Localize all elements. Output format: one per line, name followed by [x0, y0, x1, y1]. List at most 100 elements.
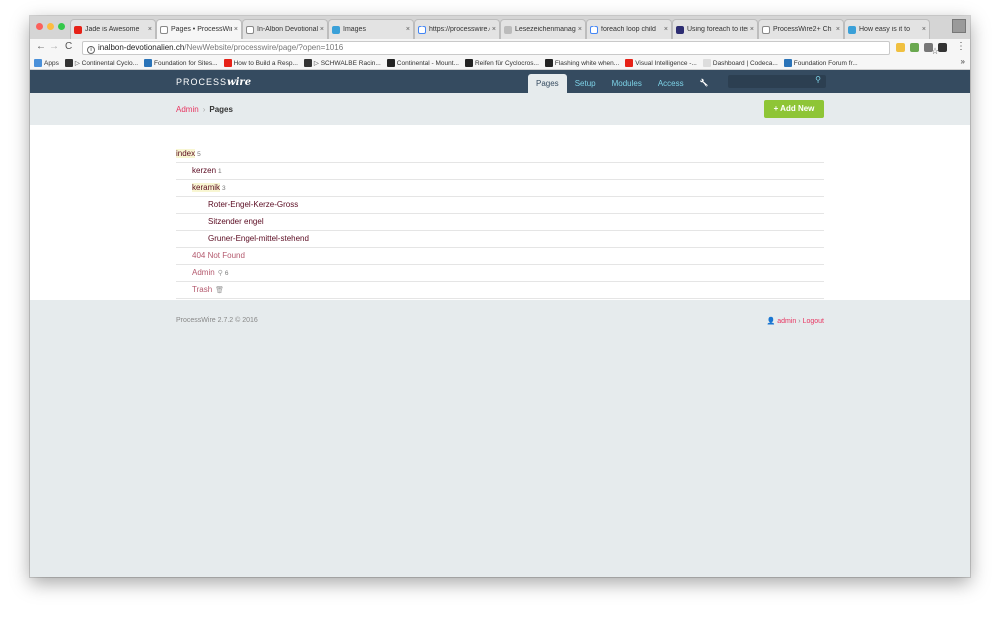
add-new-button[interactable]: + Add New	[764, 100, 824, 118]
bookmark-item[interactable]: ▷ SCHWALBE Racin...	[303, 59, 381, 67]
tree-item[interactable]: Admin ⚲ 6	[176, 265, 824, 282]
page-tree: index 5 kerzen 1 keramik 3 Roter-Engel-Kerze-G…	[30, 125, 970, 300]
tree-item-label[interactable]: Trash	[192, 285, 212, 294]
extension-icon[interactable]	[938, 43, 947, 52]
bookmark-item[interactable]: Visual Intelligence -...	[625, 59, 697, 67]
chevron-right-icon: ›	[202, 105, 206, 114]
user-menu: 👤 admin › Logout	[767, 317, 824, 325]
bookmark-item[interactable]: Reifen für Cyclocros...	[464, 59, 539, 67]
browser-tab[interactable]: Lesezeichenmanager ×	[500, 19, 586, 39]
tree-item-label[interactable]: Roter-Engel-Kerze-Gross	[208, 200, 298, 209]
document-icon	[762, 25, 770, 34]
user-profile-button[interactable]	[952, 19, 966, 33]
tree-item[interactable]: 404 Not Found	[176, 248, 824, 265]
zoom-window-button[interactable]	[58, 23, 65, 30]
nav-modules[interactable]: Modules	[604, 74, 650, 93]
processwire-logo[interactable]: PROCESSwire	[176, 77, 251, 88]
tree-item-label[interactable]: Admin	[192, 268, 215, 277]
breadcrumb-admin-link[interactable]: Admin	[176, 105, 199, 114]
bookmark-favicon-icon	[464, 59, 473, 67]
tree-item-label[interactable]: index	[176, 149, 196, 158]
tree-item[interactable]: kerzen 1	[176, 163, 824, 180]
chevron-right-icon[interactable]: »	[961, 57, 965, 66]
nav-access[interactable]: Access	[650, 74, 692, 93]
reload-icon[interactable]: C	[65, 41, 72, 52]
close-tab-icon[interactable]: ×	[922, 26, 926, 33]
address-bar[interactable]: i inalbon-devotionalien.ch/NewWebsite/pro…	[82, 41, 939, 56]
bookmark-item[interactable]: Dashboard | Codeca...	[702, 59, 778, 67]
browser-tab[interactable]: Pages • ProcessWire ×	[156, 19, 242, 39]
menu-icon[interactable]: ⋮	[956, 41, 966, 52]
bookmark-item[interactable]: Foundation Forum fr...	[783, 59, 858, 67]
search-icon: ⚲	[815, 75, 821, 84]
chevron-right-icon: ›	[798, 318, 801, 325]
browser-tab[interactable]: Ghttps://processwire.com×	[414, 19, 500, 39]
browser-tab[interactable]: Images ×	[328, 19, 414, 39]
close-tab-icon[interactable]: ×	[234, 26, 238, 33]
close-tab-icon[interactable]: ×	[406, 26, 410, 33]
bookmark-item[interactable]: Foundation for Sites...	[144, 59, 218, 67]
tree-item-label[interactable]: Sitzender engel	[208, 217, 264, 226]
close-window-button[interactable]	[36, 23, 43, 30]
tree-item[interactable]: Sitzender engel	[176, 214, 824, 231]
minimize-window-button[interactable]	[47, 23, 54, 30]
image-icon	[332, 25, 340, 34]
browser-tab[interactable]: ProcessWire2+ Ch ×	[758, 19, 844, 39]
bookmark-label: Flashing white when...	[554, 59, 620, 67]
copyright-text: ProcessWire 2.7.2 © 2016	[176, 317, 258, 324]
bookmark-label: Reifen für Cyclocros...	[474, 59, 539, 67]
page-title: Pages	[209, 105, 233, 114]
google-icon: G	[418, 25, 426, 34]
browser-tab[interactable]: Using foreach to iterate×	[672, 19, 758, 39]
tree-item[interactable]: Gruner-Engel-mittel-stehend	[176, 231, 824, 248]
tree-item-label[interactable]: Gruner-Engel-mittel-stehend	[208, 234, 309, 243]
bookmark-item[interactable]: ▷ Continental Cyclo...	[64, 59, 138, 67]
search-input[interactable]: ⚲	[728, 75, 826, 88]
back-icon[interactable]: ←	[36, 41, 46, 52]
bookmark-item[interactable]: Continental - Mount...	[386, 59, 459, 67]
tree-item[interactable]: index 5	[176, 146, 824, 163]
tree-item-label[interactable]: 404 Not Found	[192, 251, 245, 260]
user-link[interactable]: admin	[777, 318, 796, 325]
close-tab-icon[interactable]: ×	[578, 26, 582, 33]
nav-setup[interactable]: Setup	[567, 74, 604, 93]
user-icon: 👤	[766, 318, 776, 325]
forward-icon[interactable]: →	[49, 41, 59, 52]
info-icon[interactable]: i	[87, 46, 95, 54]
breadcrumb-bar: Admin › Pages + Add New	[30, 93, 970, 125]
bookmark-item[interactable]: How to Build a Resp...	[223, 59, 298, 67]
document-icon	[160, 25, 168, 34]
bookmark-favicon-icon	[144, 59, 152, 67]
processwire-icon	[676, 25, 684, 34]
child-count-badge: 5	[197, 151, 201, 158]
logout-link[interactable]: Logout	[803, 318, 824, 325]
browser-tab[interactable]: Jade is Awesome ×	[70, 19, 156, 39]
close-tab-icon[interactable]: ×	[664, 26, 668, 33]
extension-icon[interactable]	[910, 43, 919, 52]
tree-item[interactable]: Roter-Engel-Kerze-Gross	[176, 197, 824, 214]
wrench-icon[interactable]: 🔧	[692, 74, 717, 93]
bookmark-item[interactable]: Apps	[34, 59, 59, 67]
browser-tab[interactable]: How easy is it to ×	[844, 19, 930, 39]
bookmark-favicon-icon	[386, 59, 395, 67]
extension-icon[interactable]	[896, 43, 905, 52]
close-tab-icon[interactable]: ×	[320, 26, 324, 33]
bookmark-item[interactable]: Flashing white when...	[544, 59, 620, 67]
nav-pages[interactable]: Pages	[528, 74, 567, 93]
browser-tab[interactable]: In-Albon Devotionalien×	[242, 19, 328, 39]
close-tab-icon[interactable]: ×	[148, 26, 152, 33]
tree-item[interactable]: Trash 🗑	[176, 282, 824, 299]
close-tab-icon[interactable]: ×	[492, 26, 496, 33]
close-tab-icon[interactable]: ×	[750, 26, 754, 33]
tree-item-label[interactable]: kerzen	[192, 166, 216, 175]
child-count-badge: 6	[224, 270, 229, 277]
tree-item-label[interactable]: keramik	[192, 183, 221, 192]
extension-icon[interactable]	[924, 43, 933, 52]
tab-title: Jade is Awesome	[85, 26, 140, 33]
google-icon: G	[590, 25, 598, 34]
main-nav: Pages Setup Modules Access 🔧	[528, 74, 716, 93]
browser-tab[interactable]: Gforeach loop child ×	[586, 19, 672, 39]
tree-item[interactable]: keramik 3	[176, 180, 824, 197]
close-tab-icon[interactable]: ×	[836, 26, 840, 33]
tab-title: Lesezeichenmanager	[515, 26, 576, 33]
